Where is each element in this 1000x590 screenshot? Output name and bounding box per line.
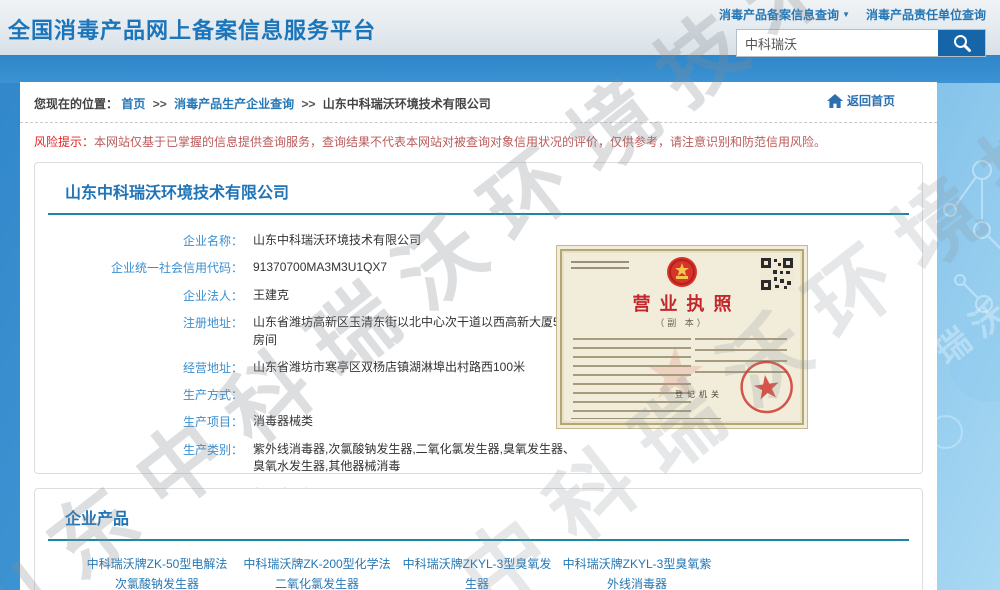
main-content-card: 您现在的位置： 首页 >> 消毒产品生产企业查询 >> 山东中科瑞沃环境技术有限…: [20, 82, 937, 590]
field-label: 企业名称：: [35, 232, 243, 249]
breadcrumb-link-enterprise-query[interactable]: 消毒产品生产企业查询: [174, 97, 294, 111]
product-link-zkyl3-ozone[interactable]: 中科瑞沃牌ZKYL-3型臭氧发生器: [401, 554, 553, 590]
field-label: 生产项目：: [35, 413, 243, 430]
back-home-button[interactable]: 返回首页: [827, 92, 895, 109]
breadcrumb-current: 山东中科瑞沃环境技术有限公司: [323, 97, 491, 111]
license-bottom-lines: [571, 418, 721, 422]
back-home-label: 返回首页: [847, 92, 895, 109]
search-bar: [736, 29, 986, 57]
national-emblem-icon: [665, 255, 699, 294]
field-value: 91370700MA3M3U1QX7: [253, 259, 387, 276]
risk-notice: 风险提示：本网站仅基于已掌握的信息提供查询服务，查询结果不代表本网站对被查询对象…: [20, 123, 937, 154]
field-label: 企业统一社会信用代码：: [35, 259, 243, 276]
license-footer-label: 登记机关: [675, 389, 723, 400]
license-credit-code-lines: [571, 261, 629, 271]
license-red-seal: [735, 355, 799, 423]
license-text-lines-left: [573, 338, 691, 414]
header-blue-band: [0, 55, 1000, 83]
breadcrumb-link-home[interactable]: 首页: [121, 97, 145, 111]
risk-notice-prefix: 风险提示：: [34, 135, 94, 149]
license-subtitle: （副 本）: [557, 316, 807, 329]
product-link-zkyl3-uv[interactable]: 中科瑞沃牌ZKYL-3型臭氧紫外线消毒器: [561, 554, 713, 590]
search-input[interactable]: [737, 30, 938, 56]
breadcrumb-separator: >>: [301, 97, 315, 111]
field-value: 山东省潍坊市寒亭区双杨店镇湖淋埠出村路西100米: [253, 359, 525, 376]
breadcrumb-separator: >>: [153, 97, 167, 111]
header-right: 消毒产品备案信息查询 ▼ 消毒产品责任单位查询: [736, 6, 986, 57]
products-panel: 企业产品 中科瑞沃牌ZK-50型电解法次氯酸钠发生器 中科瑞沃牌ZK-200型化…: [34, 488, 923, 590]
nav-link-label: 消毒产品备案信息查询: [719, 6, 839, 23]
field-value: 王建克: [253, 287, 289, 304]
field-label: 经营地址：: [35, 359, 243, 376]
home-icon: [827, 94, 843, 108]
field-value: 山东中科瑞沃环境技术有限公司: [253, 232, 421, 249]
field-label: 企业法人：: [35, 287, 243, 304]
product-list: 中科瑞沃牌ZK-50型电解法次氯酸钠发生器 中科瑞沃牌ZK-200型化学法二氧化…: [35, 541, 922, 590]
risk-notice-text: 本网站仅基于已掌握的信息提供查询服务，查询结果不代表本网站对被查询对象信用状况的…: [94, 135, 826, 149]
field-value: 山东省潍坊高新区玉清东街以北中心次干道以西高新大厦502房间: [253, 314, 583, 349]
nav-link-responsible-unit-query[interactable]: 消毒产品责任单位查询: [866, 6, 986, 23]
company-name-title: 山东中科瑞沃环境技术有限公司: [35, 163, 922, 213]
field-label: 生产方式：: [35, 386, 243, 403]
business-license-image: 营业执照 （副 本） ★ 登记机关: [556, 245, 808, 429]
nav-link-label: 消毒产品责任单位查询: [866, 6, 986, 23]
breadcrumb: 您现在的位置： 首页 >> 消毒产品生产企业查询 >> 山东中科瑞沃环境技术有限…: [20, 82, 937, 123]
product-link-zk200[interactable]: 中科瑞沃牌ZK-200型化学法二氧化氯发生器: [241, 554, 393, 590]
field-label: 生产类别：: [35, 441, 243, 476]
license-title: 营业执照: [557, 290, 807, 316]
top-header: 全国消毒产品网上备案信息服务平台 消毒产品备案信息查询 ▼ 消毒产品责任单位查询: [0, 0, 1000, 55]
site-title: 全国消毒产品网上备案信息服务平台: [8, 13, 376, 45]
header-nav: 消毒产品备案信息查询 ▼ 消毒产品责任单位查询: [736, 6, 986, 23]
field-label: 注册地址：: [35, 314, 243, 349]
field-value: 消毒器械类: [253, 413, 313, 430]
products-title: 企业产品: [35, 489, 922, 539]
nav-link-record-info-query[interactable]: 消毒产品备案信息查询 ▼: [719, 6, 850, 23]
breadcrumb-prefix: 您现在的位置：: [34, 97, 118, 111]
field-value: 紫外线消毒器,次氯酸钠发生器,二氧化氯发生器,臭氧发生器、臭氧水发生器,其他器械…: [253, 441, 583, 476]
field-row-production-category: 生产类别： 紫外线消毒器,次氯酸钠发生器,二氧化氯发生器,臭氧发生器、臭氧水发生…: [35, 441, 922, 476]
search-button[interactable]: [938, 30, 985, 56]
chevron-down-icon: ▼: [842, 10, 850, 19]
search-icon: [952, 33, 972, 53]
product-link-zk50[interactable]: 中科瑞沃牌ZK-50型电解法次氯酸钠发生器: [81, 554, 233, 590]
company-info-panel: 山东中科瑞沃环境技术有限公司 企业名称： 山东中科瑞沃环境技术有限公司 企业统一…: [34, 162, 923, 474]
